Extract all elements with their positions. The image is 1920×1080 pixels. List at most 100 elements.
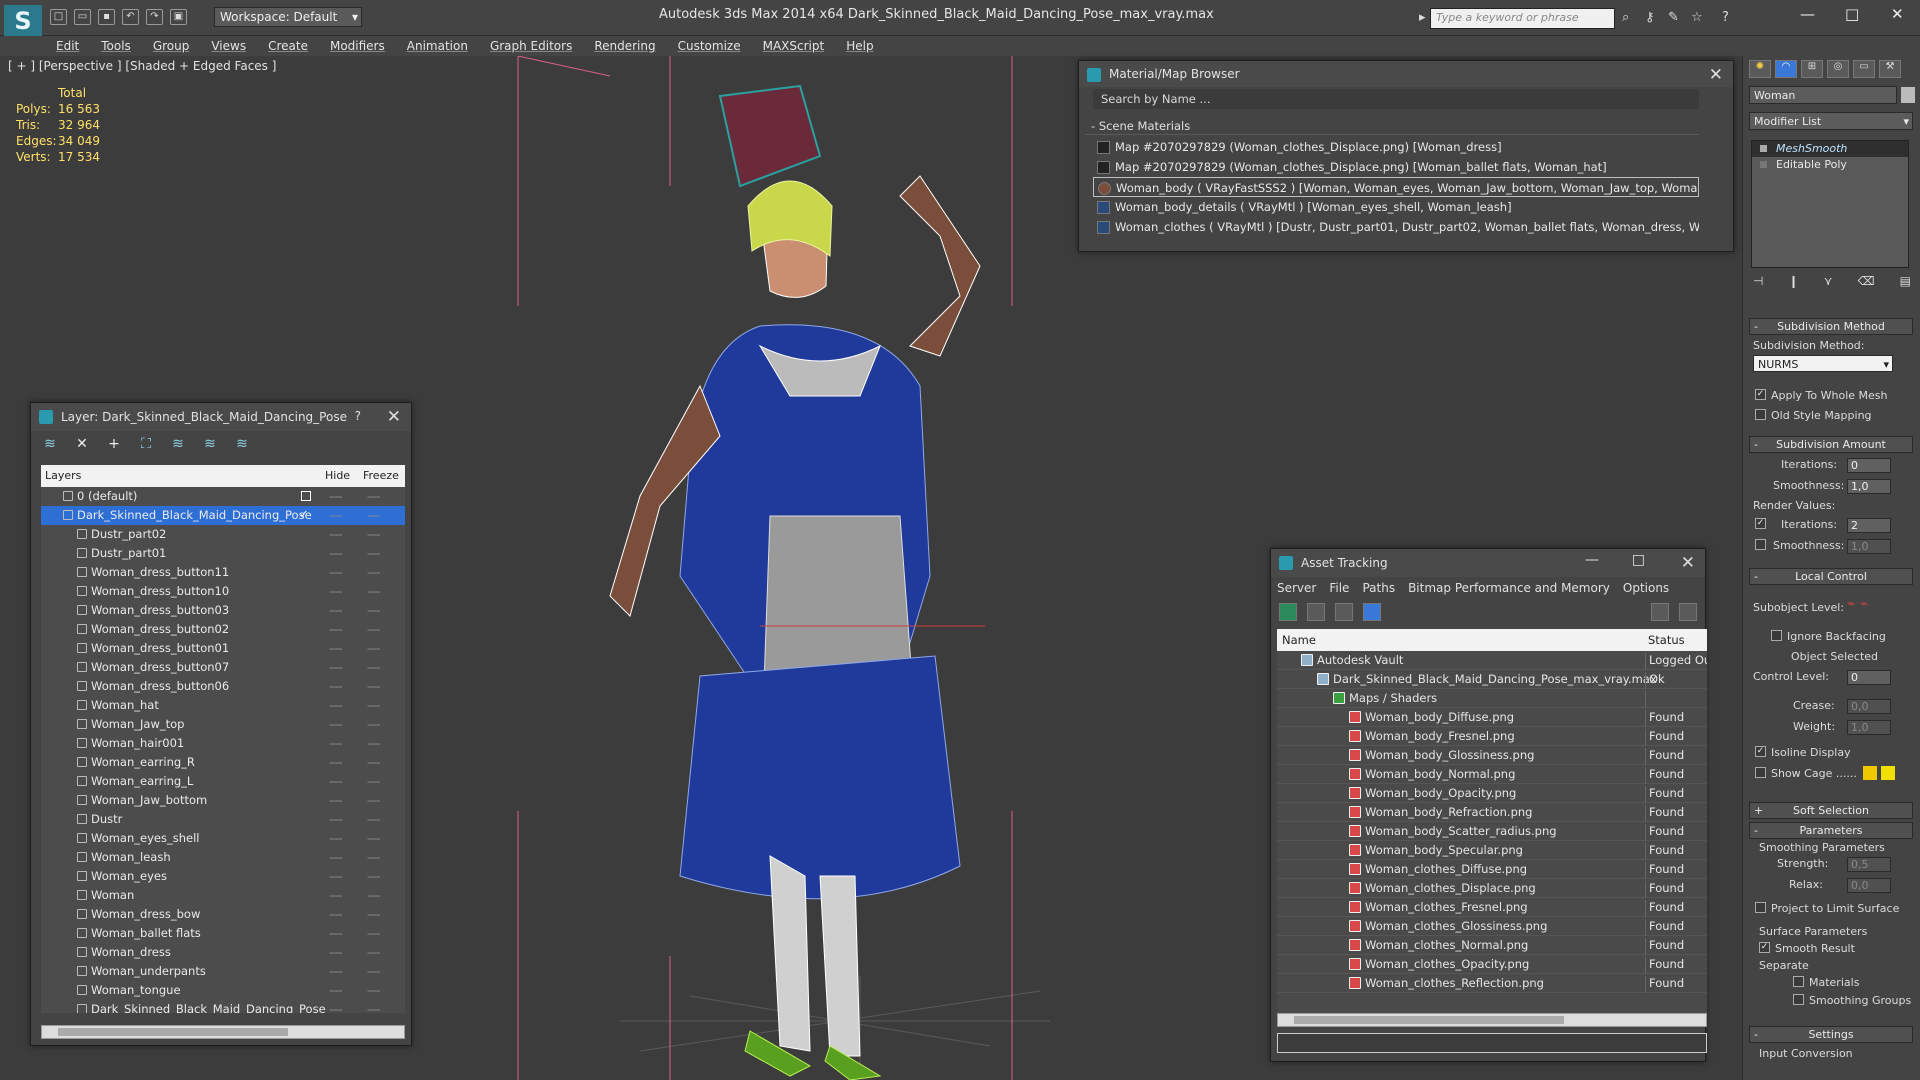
asset-menu-bitmap-performance-and-memory[interactable]: Bitmap Performance and Memory (1408, 577, 1610, 599)
strength-spinner[interactable]: 0,5 (1847, 857, 1891, 872)
asset-path-field[interactable] (1277, 1033, 1707, 1053)
asset-row[interactable]: Woman_body_Specular.png Found (1277, 841, 1707, 860)
layer-row[interactable]: Woman_dress_button02 ---- ---- (41, 620, 405, 639)
hide-toggle[interactable]: ---- (329, 907, 343, 921)
layer-panel-titlebar[interactable]: Layer: Dark_Skinned_Black_Maid_Dancing_P… (31, 403, 411, 431)
asset-menu-paths[interactable]: Paths (1362, 577, 1395, 599)
workspace-dropdown[interactable]: Workspace: Default ▾ (214, 7, 362, 27)
hide-toggle[interactable]: ---- (329, 489, 343, 503)
hide-toggle[interactable]: ---- (329, 641, 343, 655)
highlight-layer-icon[interactable]: ≋ (169, 435, 187, 453)
open-file-icon[interactable]: ▭ (74, 9, 91, 25)
layer-row[interactable]: Woman_dress_button01 ---- ---- (41, 639, 405, 658)
isoline-display-checkbox[interactable]: ✓ (1755, 746, 1766, 757)
layer-row[interactable]: Woman_eyes ---- ---- (41, 867, 405, 886)
freeze-toggle[interactable]: ---- (367, 736, 381, 750)
hide-toggle[interactable]: ---- (329, 527, 343, 541)
settings-icon[interactable] (1679, 603, 1697, 621)
minimize-button[interactable]: — (1585, 552, 1599, 568)
freeze-toggle[interactable]: ---- (367, 774, 381, 788)
hide-toggle[interactable]: ---- (329, 679, 343, 693)
table-view-icon[interactable] (1363, 603, 1381, 621)
close-button[interactable]: ✕ (1891, 5, 1904, 23)
menu-tools[interactable]: Tools (101, 36, 131, 56)
material-search-input[interactable]: Search by Name ... (1093, 89, 1699, 109)
asset-row[interactable]: Woman_clothes_Glossiness.png Found (1277, 917, 1707, 936)
rollout-subdivision-method[interactable]: - Subdivision Method (1749, 318, 1913, 335)
hide-toggle[interactable]: ---- (329, 983, 343, 997)
layer-row[interactable]: Dustr ---- ---- (41, 810, 405, 829)
freeze-toggle[interactable]: ---- (367, 679, 381, 693)
menu-modifiers[interactable]: Modifiers (330, 36, 385, 56)
hide-toggle[interactable]: ---- (329, 831, 343, 845)
freeze-toggle[interactable]: ---- (367, 584, 381, 598)
stack-item-editable-poly[interactable]: Editable Poly (1752, 157, 1908, 173)
project-folder-icon[interactable]: ▣ (170, 9, 187, 25)
hide-toggle[interactable]: ---- (329, 755, 343, 769)
new-layer-icon[interactable]: ≋ (41, 435, 59, 453)
asset-row[interactable]: Woman_body_Refraction.png Found (1277, 803, 1707, 822)
hide-toggle[interactable]: ---- (329, 793, 343, 807)
app-logo-icon[interactable]: S (4, 5, 42, 39)
hide-toggle[interactable]: ---- (329, 926, 343, 940)
rollout-subdivision-amount[interactable]: - Subdivision Amount (1749, 436, 1913, 453)
freeze-toggle[interactable]: ---- (367, 850, 381, 864)
render-smoothness-checkbox[interactable] (1755, 539, 1766, 550)
freeze-toggle[interactable]: ---- (367, 641, 381, 655)
menu-customize[interactable]: Customize (678, 36, 741, 56)
motion-tab-icon[interactable]: ◎ (1827, 60, 1849, 78)
apply-whole-mesh-checkbox[interactable]: ✓ (1755, 389, 1766, 400)
cage-color-swatch-2[interactable] (1881, 766, 1895, 780)
asset-menu-options[interactable]: Options (1623, 577, 1669, 599)
thumbnail-view-icon[interactable] (1335, 603, 1353, 621)
layer-row[interactable]: Woman_earring_L ---- ---- (41, 772, 405, 791)
freeze-toggle[interactable]: ---- (367, 907, 381, 921)
layer-row[interactable]: Dustr_part01 ---- ---- (41, 544, 405, 563)
menu-rendering[interactable]: Rendering (594, 36, 655, 56)
menu-graph-editors[interactable]: Graph Editors (490, 36, 572, 56)
freeze-toggle[interactable]: ---- (367, 508, 381, 522)
freeze-toggle[interactable]: ---- (367, 945, 381, 959)
scene-materials-group[interactable]: - Scene Materials (1085, 117, 1699, 135)
hide-toggle[interactable]: ---- (329, 1002, 343, 1013)
favorites-star-icon[interactable]: ☆ (1691, 10, 1703, 25)
hide-toggle[interactable]: ---- (329, 774, 343, 788)
menu-views[interactable]: Views (211, 36, 246, 56)
hide-toggle[interactable]: ---- (329, 698, 343, 712)
save-icon[interactable]: ▪ (98, 9, 115, 25)
hide-toggle[interactable]: ---- (329, 584, 343, 598)
help-icon[interactable] (1651, 603, 1669, 621)
search-input[interactable]: Type a keyword or phrase (1430, 8, 1615, 29)
freeze-toggle[interactable]: ---- (367, 755, 381, 769)
freeze-toggle[interactable]: ---- (367, 565, 381, 579)
asset-row[interactable]: Woman_body_Glossiness.png Found (1277, 746, 1707, 765)
hide-toggle[interactable]: ---- (329, 603, 343, 617)
close-icon[interactable]: ✕ (1709, 65, 1723, 85)
freeze-toggle[interactable]: ---- (367, 831, 381, 845)
modifier-list-dropdown[interactable]: Modifier List ▾ (1749, 112, 1913, 130)
weight-spinner[interactable]: 1,0 (1847, 720, 1891, 735)
close-icon[interactable]: ✕ (387, 407, 401, 427)
hide-toggle[interactable]: ---- (329, 964, 343, 978)
freeze-toggle[interactable]: ---- (367, 603, 381, 617)
help-button[interactable]: ? (355, 409, 361, 423)
new-file-icon[interactable]: □ (50, 9, 67, 25)
asset-row[interactable]: Woman_body_Scatter_radius.png Found (1277, 822, 1707, 841)
freeze-toggle[interactable]: ---- (367, 527, 381, 541)
crease-spinner[interactable]: 0,0 (1847, 699, 1891, 714)
layer-row[interactable]: Woman_hat ---- ---- (41, 696, 405, 715)
hide-toggle[interactable]: ---- (329, 812, 343, 826)
menu-group[interactable]: Group (153, 36, 190, 56)
expand-icon[interactable]: ▸ (1419, 10, 1426, 25)
hide-toggle[interactable]: ---- (329, 869, 343, 883)
layer-row[interactable]: Woman_tongue ---- ---- (41, 981, 405, 1000)
object-color-swatch[interactable] (1901, 87, 1915, 103)
asset-row[interactable]: Woman_clothes_Reflection.png Found (1277, 974, 1707, 993)
separate-smoothing-groups-checkbox[interactable] (1793, 994, 1804, 1005)
add-to-layer-icon[interactable]: + (105, 435, 123, 453)
asset-menu-server[interactable]: Server (1277, 577, 1316, 599)
stack-item-meshsmooth[interactable]: MeshSmooth (1752, 141, 1908, 157)
layer-row[interactable]: Woman_Jaw_bottom ---- ---- (41, 791, 405, 810)
hide-toggle[interactable]: ---- (329, 717, 343, 731)
pin-stack-icon[interactable]: ⊣ (1753, 274, 1763, 296)
